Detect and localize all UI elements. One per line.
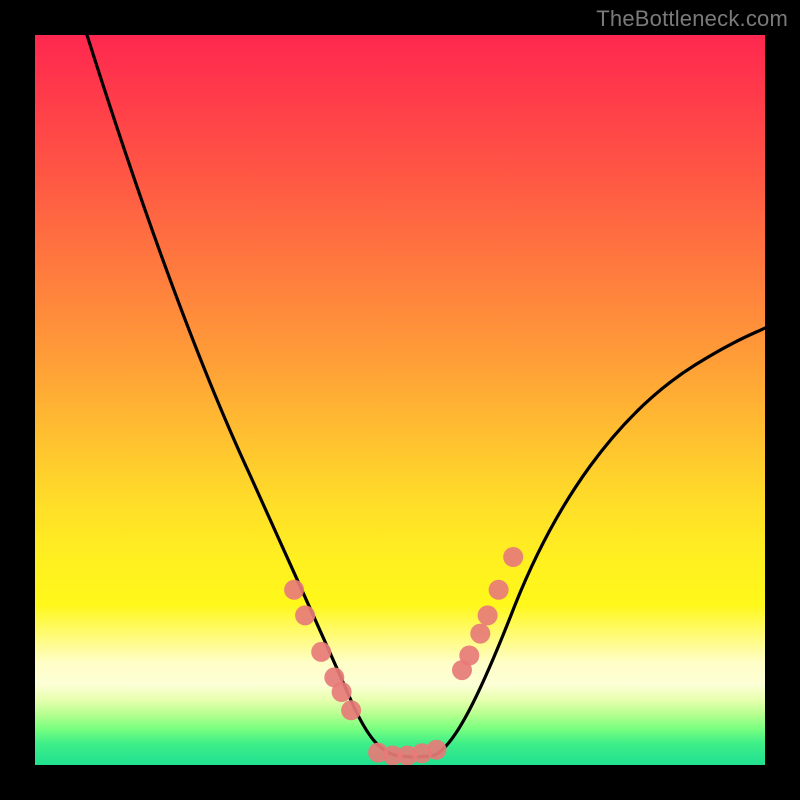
curve-layer — [35, 35, 765, 765]
plot-area — [35, 35, 765, 765]
watermark-text: TheBottleneck.com — [596, 6, 788, 32]
curve-left — [87, 35, 395, 755]
marker-dot — [478, 605, 498, 625]
marker-dot — [341, 700, 361, 720]
marker-dot — [470, 624, 490, 644]
marker-dot — [503, 547, 523, 567]
marker-dot — [427, 740, 447, 760]
marker-dot — [284, 580, 304, 600]
curve-right — [435, 328, 765, 755]
chart-frame: TheBottleneck.com — [0, 0, 800, 800]
marker-dot — [332, 682, 352, 702]
marker-dot — [311, 642, 331, 662]
marker-dot — [295, 605, 315, 625]
marker-dot — [489, 580, 509, 600]
marker-group — [284, 547, 523, 765]
marker-dot — [459, 646, 479, 666]
